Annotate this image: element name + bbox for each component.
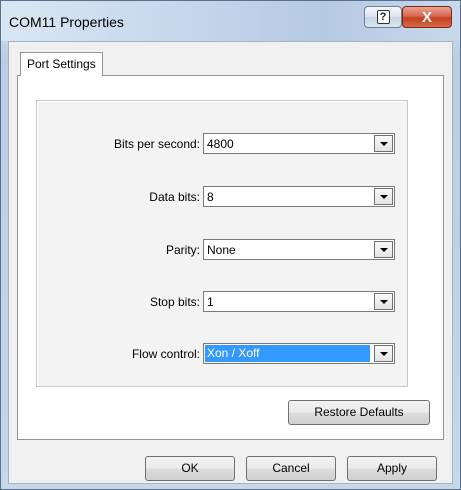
flow-control-label: Flow control: xyxy=(131,347,200,361)
dropdown-button[interactable] xyxy=(374,293,393,310)
chevron-down-icon xyxy=(379,351,388,356)
close-button[interactable]: X xyxy=(402,6,452,28)
stop-bits-dropdown[interactable]: 1 xyxy=(203,291,395,312)
chevron-down-icon xyxy=(379,247,388,252)
close-icon: X xyxy=(421,8,432,26)
cancel-button[interactable]: Cancel xyxy=(246,456,336,481)
apply-button[interactable]: Apply xyxy=(347,456,437,481)
ok-button[interactable]: OK xyxy=(145,456,235,481)
chevron-down-icon xyxy=(379,299,388,304)
bits-per-second-label: Bits per second: xyxy=(113,137,200,151)
parity-row: Parity: None xyxy=(37,239,409,261)
flow-control-dropdown[interactable]: Xon / Xoff xyxy=(203,343,395,364)
parity-value: None xyxy=(207,243,236,257)
window-title: COM11 Properties xyxy=(9,14,124,30)
parity-dropdown[interactable]: None xyxy=(203,239,395,260)
dropdown-button[interactable] xyxy=(374,241,393,258)
parity-label: Parity: xyxy=(165,243,200,257)
dropdown-button[interactable] xyxy=(374,188,393,205)
dialog-client-area: Port Settings Bits per second: 4800 Data… xyxy=(8,41,453,484)
data-bits-dropdown[interactable]: 8 xyxy=(203,186,395,207)
dropdown-button[interactable] xyxy=(374,345,393,362)
dropdown-button[interactable] xyxy=(374,135,393,152)
flow-control-value: Xon / Xoff xyxy=(205,345,370,362)
chevron-down-icon xyxy=(379,141,388,146)
properties-dialog: COM11 Properties ? X Port Settings Bits … xyxy=(0,0,461,490)
data-bits-value: 8 xyxy=(207,190,214,204)
data-bits-row: Data bits: 8 xyxy=(37,186,409,208)
stop-bits-value: 1 xyxy=(207,295,214,309)
title-bar[interactable]: COM11 Properties ? X xyxy=(1,1,460,41)
help-icon: ? xyxy=(376,10,390,24)
tab-port-settings[interactable]: Port Settings xyxy=(20,52,103,76)
settings-group: Bits per second: 4800 Data bits: 8 Parit… xyxy=(36,100,408,387)
bits-per-second-value: 4800 xyxy=(207,137,234,151)
port-settings-page: Bits per second: 4800 Data bits: 8 Parit… xyxy=(17,75,444,440)
data-bits-label: Data bits: xyxy=(149,190,200,204)
stop-bits-row: Stop bits: 1 xyxy=(37,291,409,313)
bits-per-second-dropdown[interactable]: 4800 xyxy=(203,133,395,154)
help-button[interactable]: ? xyxy=(364,6,402,28)
stop-bits-label: Stop bits: xyxy=(149,295,200,309)
restore-defaults-button[interactable]: Restore Defaults xyxy=(288,400,430,425)
flow-control-row: Flow control: Xon / Xoff xyxy=(37,343,409,365)
chevron-down-icon xyxy=(379,194,388,199)
bits-per-second-row: Bits per second: 4800 xyxy=(37,133,409,155)
